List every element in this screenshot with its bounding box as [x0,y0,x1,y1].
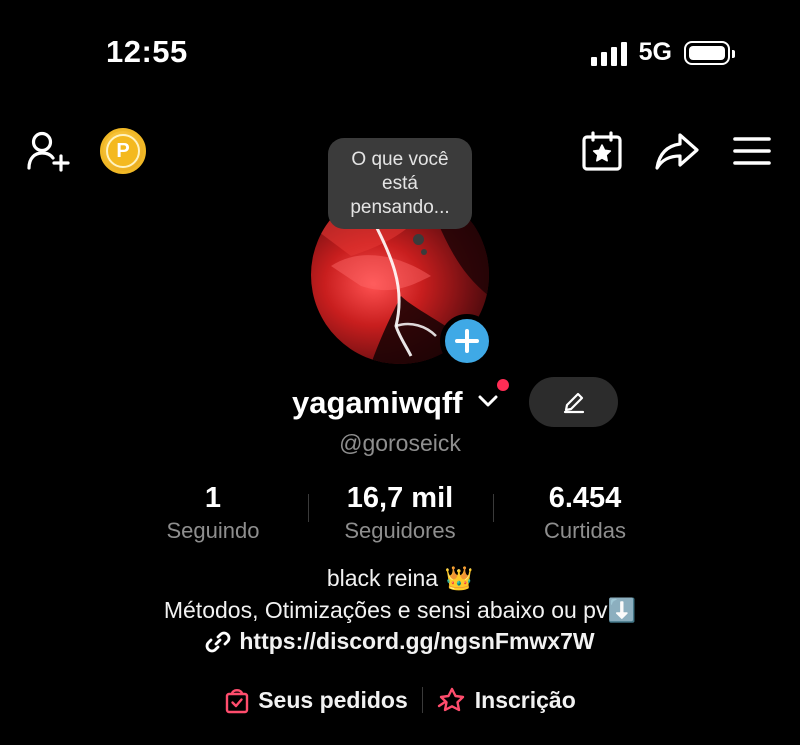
pencil-icon [563,392,584,414]
subscription-label: Inscrição [474,686,576,713]
profile-actions: Seus pedidos Inscrição [0,686,800,714]
user-handle: @goroseick [339,430,461,456]
notification-dot [497,379,509,391]
battery-icon [684,40,735,65]
actions-divider [421,687,423,713]
stat-label: Seguindo [166,518,260,543]
chevron-down-icon[interactable] [478,394,498,413]
profile-stats: 1 Seguindo 16,7 mil Seguidores 6.454 Cur… [0,480,800,550]
coin-icon[interactable]: P [100,128,146,174]
coin-letter: P [106,134,140,168]
username[interactable]: yagamiwqff [292,384,463,422]
bubble-dot [421,249,427,255]
plus-icon [455,329,479,353]
stat-value: 1 [204,482,222,514]
stat-followers[interactable]: 16,7 mil Seguidores [310,480,490,544]
stat-value: 6.454 [548,482,622,514]
bio-line: black reina 👑 [326,565,474,591]
star-subscription-icon [437,687,464,712]
thought-bubble[interactable]: O que você está pensando... [328,138,472,229]
stat-label: Seguidores [344,518,456,543]
stat-likes[interactable]: 6.454 Curtidas [495,480,675,544]
network-type: 5G [638,38,672,66]
stat-value: 16,7 mil [346,482,454,514]
bubble-dot [413,234,424,245]
add-user-icon[interactable] [26,130,72,172]
subscription-button[interactable]: Inscrição [437,686,576,714]
share-icon[interactable] [654,130,700,172]
bio-link[interactable]: https://discord.gg/ngsnFmwx7W [0,628,800,655]
edit-profile-button[interactable] [529,377,618,427]
thought-bubble-text: O que você está pensando... [350,148,450,218]
status-indicators: 5G [590,38,735,67]
stat-divider [493,494,494,522]
orders-label: Seus pedidos [258,686,408,713]
stat-following[interactable]: 1 Seguindo [123,480,303,544]
calendar-star-icon[interactable] [580,130,624,172]
shopping-bag-icon [226,689,249,714]
bio: black reina 👑 Métodos, Otimizações e sen… [0,562,800,626]
add-story-button[interactable] [440,314,494,368]
signal-icon [590,40,627,66]
stat-divider [308,494,309,522]
orders-button[interactable]: Seus pedidos [224,686,408,714]
link-icon [205,631,231,652]
bio-line: Métodos, Otimizações e sensi abaixo ou p… [163,597,637,623]
profile-screen: 12:55 5G P O que você está pensando... y… [0,0,800,745]
stat-label: Curtidas [544,518,626,543]
bio-link-text[interactable]: https://discord.gg/ngsnFmwx7W [239,628,594,655]
menu-icon[interactable] [732,134,772,168]
status-time: 12:55 [106,34,188,69]
